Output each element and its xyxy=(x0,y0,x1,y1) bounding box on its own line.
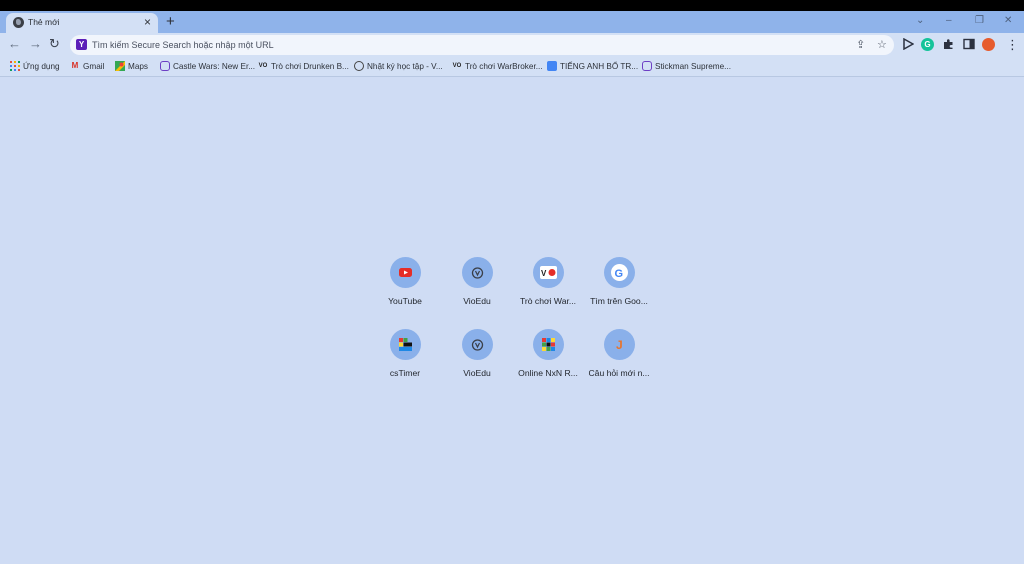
bookmark-label: Castle Wars: New Er... xyxy=(173,61,256,71)
new-tab-button[interactable]: + xyxy=(166,14,175,29)
play-extension-icon[interactable] xyxy=(901,37,915,51)
minimize-button[interactable]: – xyxy=(946,14,952,28)
bookmark-castle-wars[interactable]: Castle Wars: New Er... xyxy=(160,61,255,71)
apps-grid-icon xyxy=(10,61,20,71)
shortcut-google-search[interactable]: G Tìm trên Goo... xyxy=(584,257,654,321)
youtube-icon xyxy=(399,266,412,279)
profile-avatar[interactable] xyxy=(982,38,995,51)
shortcut-tile xyxy=(462,329,493,360)
shortcut-youtube[interactable]: YouTube xyxy=(370,257,440,321)
share-icon[interactable]: ⇪ xyxy=(856,38,865,52)
shortcut-label: Online NxN R... xyxy=(518,368,578,378)
bookmark-maps[interactable]: Maps xyxy=(115,61,148,71)
shortcut-tile xyxy=(390,257,421,288)
back-button[interactable]: ← xyxy=(8,37,21,51)
shortcut-label: csTimer xyxy=(389,368,421,378)
tab-strip: Thẻ mới × + ⌄ – ❐ ✕ xyxy=(0,11,1024,33)
shortcut-label: YouTube xyxy=(388,296,422,306)
bookmark-label: Nhật ký học tập - V... xyxy=(367,61,443,71)
shortcut-cstimer[interactable]: csTimer xyxy=(370,329,440,393)
vioedu-icon xyxy=(471,266,484,279)
svg-text:J: J xyxy=(616,338,623,351)
cstimer-icon xyxy=(399,338,412,351)
vioedu-icon xyxy=(354,61,364,71)
bookmark-warbroker[interactable]: VO Trò chơi WarBroker... xyxy=(452,61,543,71)
secure-search-icon: Y xyxy=(76,39,87,50)
bookmark-label: Stickman Supreme... xyxy=(655,61,731,71)
shortcut-tile: V xyxy=(533,257,564,288)
bookmark-tieng-anh[interactable]: TIẾNG ANH BỔ TR... xyxy=(547,61,638,71)
shortcut-vioedu[interactable]: VioEdu xyxy=(442,257,512,321)
bookmark-stickman[interactable]: Stickman Supreme... xyxy=(642,61,731,71)
toolbar: ← → ↻ Y Tìm kiếm Secure Search hoặc nhập… xyxy=(0,33,1024,57)
shortcut-cau-hoi[interactable]: J Câu hỏi mới n... xyxy=(584,329,654,393)
j-letter-icon: J xyxy=(613,338,626,352)
bookmark-label: Gmail xyxy=(83,61,105,71)
globe-icon xyxy=(13,17,24,28)
maps-icon xyxy=(115,61,125,71)
bookmark-star-icon[interactable]: ☆ xyxy=(877,38,887,52)
docs-icon xyxy=(547,61,557,71)
address-bar[interactable]: Y Tìm kiếm Secure Search hoặc nhập một U… xyxy=(70,35,894,55)
shortcut-label: VioEdu xyxy=(463,368,491,378)
shortcut-online-nxn[interactable]: Online NxN R... xyxy=(513,329,583,393)
bookmark-label: Ứng dụng xyxy=(23,61,60,71)
bookmark-label: Trò chơi WarBroker... xyxy=(465,61,543,71)
restore-button[interactable]: ❐ xyxy=(975,14,984,28)
shortcut-vioedu-2[interactable]: VioEdu xyxy=(442,329,512,393)
tab-close-button[interactable]: × xyxy=(144,15,151,29)
reload-button[interactable]: ↻ xyxy=(49,37,60,51)
tab-search-icon[interactable]: ⌄ xyxy=(916,14,924,28)
shortcut-label: Trò chơi War... xyxy=(519,296,577,306)
shortcut-label: Câu hỏi mới n... xyxy=(588,368,650,378)
bookmark-gmail[interactable]: M Gmail xyxy=(70,61,105,71)
bookmark-label: Maps xyxy=(128,61,149,71)
side-panel-icon[interactable] xyxy=(962,38,975,51)
stickman-icon xyxy=(642,61,652,71)
shortcut-tile xyxy=(462,257,493,288)
close-window-button[interactable]: ✕ xyxy=(1004,14,1012,28)
shortcut-warbroker[interactable]: V Trò chơi War... xyxy=(513,257,583,321)
address-bar-placeholder: Tìm kiếm Secure Search hoặc nhập một URL xyxy=(92,40,274,50)
vo-icon: VO xyxy=(452,63,462,69)
shortcut-tile: J xyxy=(604,329,635,360)
svg-text:V: V xyxy=(541,269,547,278)
browser-window: Thẻ mới × + ⌄ – ❐ ✕ ← → ↻ Y Tìm kiếm Sec… xyxy=(0,11,1024,564)
shortcut-tile: G xyxy=(604,257,635,288)
browser-menu-button[interactable]: ⋮ xyxy=(1006,38,1019,52)
shortcut-label: Tìm trên Goo... xyxy=(590,296,648,306)
google-icon: G xyxy=(611,264,628,281)
shortcut-tile xyxy=(390,329,421,360)
tab-new-tab[interactable]: Thẻ mới × xyxy=(6,13,158,33)
gmail-icon: M xyxy=(71,61,79,70)
bookmark-apps[interactable]: Ứng dụng xyxy=(10,61,60,71)
bookmark-nhat-ky[interactable]: Nhật ký học tập - V... xyxy=(354,61,443,71)
rubik-icon xyxy=(542,338,555,351)
bookmark-label: TIẾNG ANH BỔ TR... xyxy=(560,61,639,71)
bookmarks-bar: Ứng dụng M Gmail Maps Castle Wars: New E… xyxy=(0,57,1024,77)
shortcut-tile xyxy=(533,329,564,360)
bookmark-label: Trò chơi Drunken B... xyxy=(271,61,349,71)
vioedu-icon xyxy=(471,338,484,351)
bookmark-drunken[interactable]: VO Trò chơi Drunken B... xyxy=(258,61,349,71)
shortcut-label: VioEdu xyxy=(463,296,491,306)
forward-button[interactable]: → xyxy=(29,37,42,51)
extensions-puzzle-icon[interactable] xyxy=(942,38,955,51)
castle-wars-icon xyxy=(160,61,170,71)
grammarly-icon[interactable]: G xyxy=(921,38,934,51)
svg-text:G: G xyxy=(615,268,624,280)
tab-title: Thẻ mới xyxy=(28,17,60,27)
vo-icon: VO xyxy=(258,63,268,69)
vo-icon: V xyxy=(540,266,557,279)
